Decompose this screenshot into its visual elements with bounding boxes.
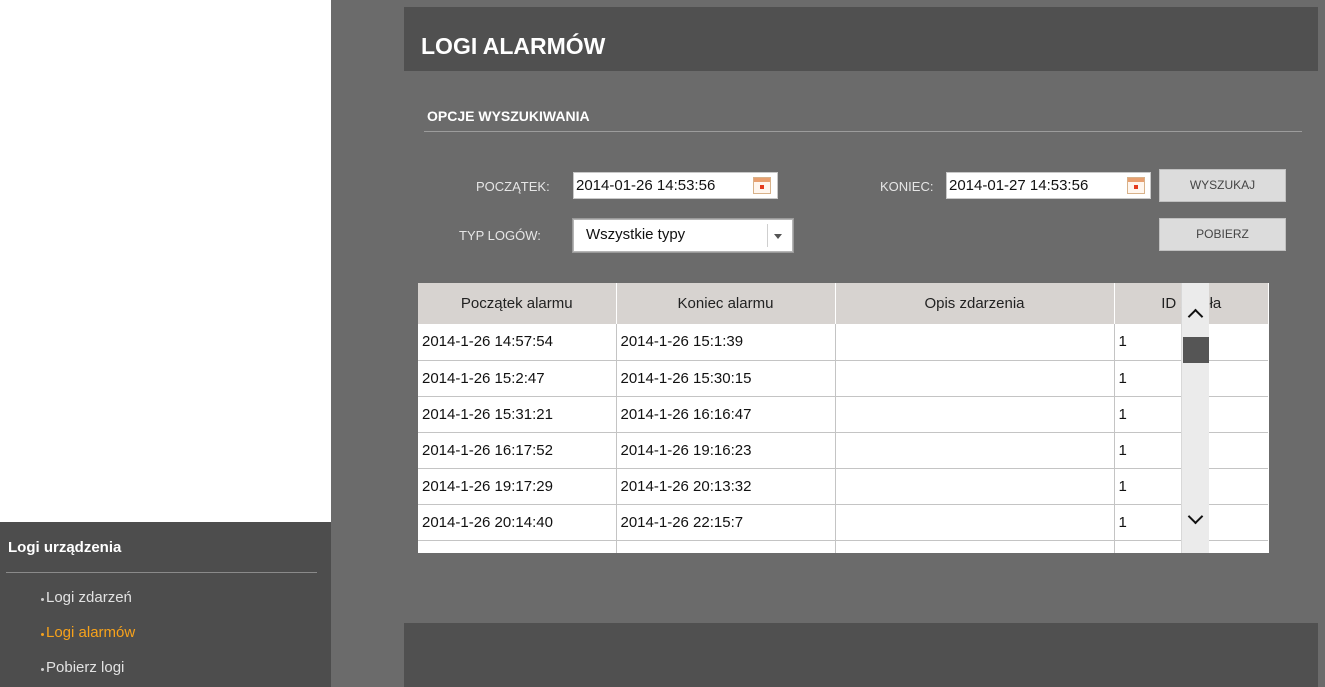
cell-event-description [835, 468, 1115, 505]
table-row[interactable]: 2014-1-26 20:14:40 2014-1-26 22:15:7 1 [418, 504, 1268, 541]
start-datetime-field[interactable]: 2014-01-26 14:53:56 [573, 172, 778, 199]
header-bar: LOGI ALARMÓW [404, 7, 1318, 71]
main-content: LOGI ALARMÓW OPCJE WYSZUKIWANIA POCZĄTEK… [331, 0, 1325, 687]
log-type-label: TYP LOGÓW: [459, 228, 541, 243]
download-button[interactable]: POBIERZ [1159, 218, 1286, 251]
sidebar-title: Logi urządzenia [8, 539, 122, 556]
end-datetime-value: 2014-01-27 14:53:56 [949, 177, 1089, 194]
cell-alarm-end: 2014-1-26 20:13:32 [616, 468, 836, 505]
cell-alarm-start: 2014-1-26 19:17:29 [418, 468, 617, 505]
column-header-event-description[interactable]: Opis zdarzenia [835, 283, 1115, 324]
scrollbar-thumb[interactable] [1183, 337, 1209, 363]
cell-alarm-start: 2014-1-26 15:31:21 [418, 396, 617, 433]
cell-alarm-end: 2014-1-26 19:16:23 [616, 432, 836, 469]
chevron-up-icon[interactable] [1182, 283, 1209, 333]
end-label: KONIEC: [880, 179, 934, 194]
sidebar-item-download-logs[interactable]: Pobierz logi [46, 659, 124, 676]
cell-event-description [835, 360, 1115, 397]
table-row[interactable]: 2014-1-26 16:17:52 2014-1-26 19:16:23 1 [418, 432, 1268, 469]
cell-alarm-end: 2014-1-26 22:15:7 [616, 504, 836, 541]
search-button[interactable]: WYSZUKAJ [1159, 169, 1286, 202]
alarm-log-table: Początek alarmu Koniec alarmu Opis zdarz… [418, 283, 1269, 553]
section-title: OPCJE WYSZUKIWANIA [427, 108, 590, 124]
chevron-down-icon[interactable] [767, 224, 788, 247]
cell-alarm-start: 2014-1-26 15:2:47 [418, 360, 617, 397]
sidebar: Logi urządzenia Logi zdarzeń Logi alarmó… [0, 522, 331, 687]
section-divider [424, 131, 1302, 132]
cell-event-description [835, 504, 1115, 541]
table-scrollbar[interactable] [1181, 283, 1209, 553]
bullet-icon [41, 633, 44, 636]
log-type-value: Wszystkie typy [586, 226, 686, 243]
calendar-icon[interactable] [1127, 177, 1145, 194]
cell-alarm-end: 2014-1-26 16:16:47 [616, 396, 836, 433]
table-row[interactable]: 2014-1-26 15:2:47 2014-1-26 15:30:15 1 [418, 360, 1268, 397]
cell-alarm-start: 2014-1-26 20:14:40 [418, 504, 617, 541]
column-header-alarm-end[interactable]: Koniec alarmu [616, 283, 836, 324]
table-row[interactable]: 2014-1-26 19:17:29 2014-1-26 20:13:32 1 [418, 468, 1268, 505]
cell-alarm-start: 2014-1-26 14:57:54 [418, 324, 617, 361]
column-header-alarm-start[interactable]: Początek alarmu [418, 283, 617, 324]
cell-alarm-start: 2014-1-26 22:16:14 [418, 540, 617, 553]
bullet-icon [41, 668, 44, 671]
cell-event-description [835, 324, 1115, 361]
table-row[interactable]: 2014-1-26 15:31:21 2014-1-26 16:16:47 1 [418, 396, 1268, 433]
sidebar-divider [6, 572, 317, 573]
cell-event-description [835, 396, 1115, 433]
table-header-row: Początek alarmu Koniec alarmu Opis zdarz… [418, 283, 1268, 324]
end-datetime-field[interactable]: 2014-01-27 14:53:56 [946, 172, 1151, 199]
page-title: LOGI ALARMÓW [421, 33, 606, 59]
cell-alarm-end: 2014-1-26 15:1:39 [616, 324, 836, 361]
cell-event-description [835, 540, 1115, 553]
footer-bar [404, 623, 1318, 687]
start-datetime-value: 2014-01-26 14:53:56 [576, 177, 716, 194]
chevron-down-icon[interactable] [1182, 503, 1209, 553]
calendar-icon[interactable] [753, 177, 771, 194]
table-row[interactable]: 2014-1-26 22:16:14 2014-1-27 0:1:20 1 [418, 540, 1268, 553]
log-type-select[interactable]: Wszystkie typy [572, 218, 794, 253]
table-row[interactable]: 2014-1-26 14:57:54 2014-1-26 15:1:39 1 [418, 324, 1268, 361]
start-label: POCZĄTEK: [476, 179, 550, 194]
bullet-icon [41, 598, 44, 601]
sidebar-item-alarm-logs[interactable]: Logi alarmów [46, 624, 135, 641]
sidebar-item-event-logs[interactable]: Logi zdarzeń [46, 589, 132, 606]
cell-event-description [835, 432, 1115, 469]
cell-alarm-end: 2014-1-27 0:1:20 [616, 540, 836, 553]
cell-alarm-end: 2014-1-26 15:30:15 [616, 360, 836, 397]
cell-alarm-start: 2014-1-26 16:17:52 [418, 432, 617, 469]
